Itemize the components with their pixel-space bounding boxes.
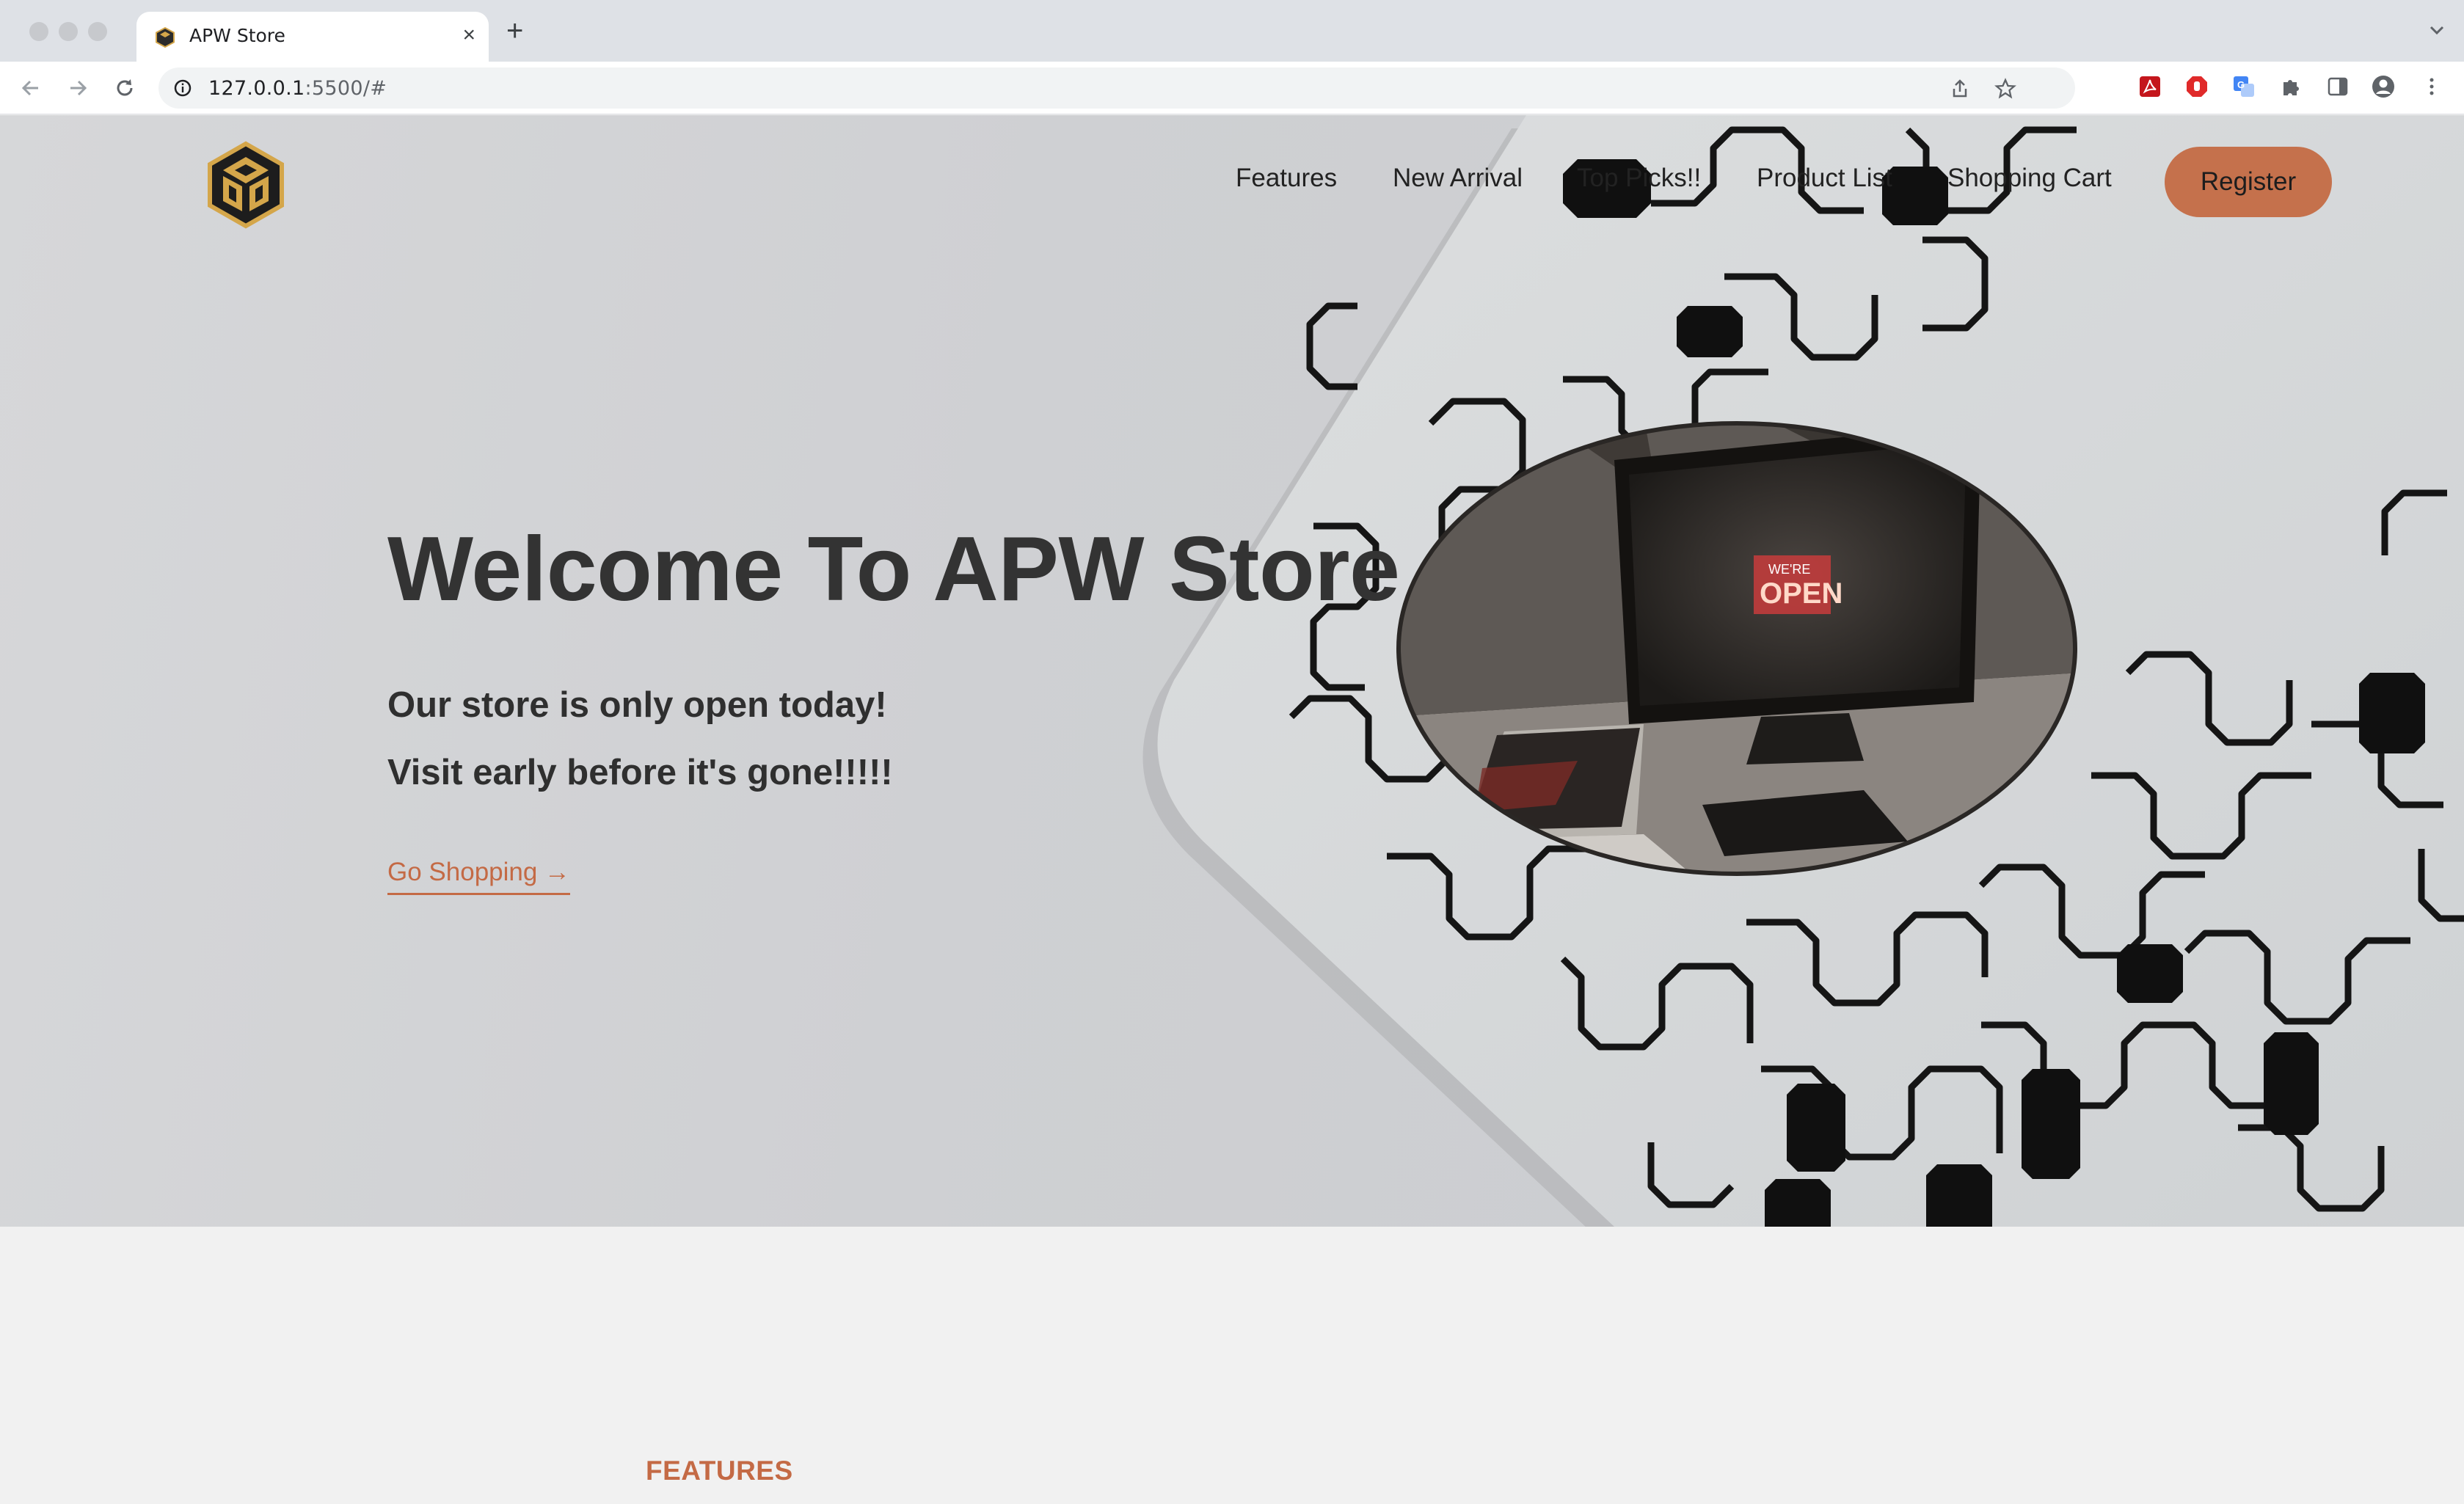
svg-text:G: G xyxy=(2237,79,2245,90)
share-icon[interactable] xyxy=(1949,78,1971,100)
nav-top-picks[interactable]: Top Picks!! xyxy=(1577,164,1701,193)
window-zoom-dot[interactable] xyxy=(88,22,107,41)
back-arrow-icon[interactable] xyxy=(18,75,44,101)
go-shopping-link[interactable]: Go Shopping → xyxy=(387,858,571,895)
hero-subtitle-line1: Our store is only open today! xyxy=(387,685,887,725)
hero-title: Welcome To APW Store xyxy=(387,519,1400,620)
open-sign-text: OPEN xyxy=(1760,577,1842,610)
tab-search-chevron-icon[interactable] xyxy=(2427,21,2446,40)
url-path: :5500/# xyxy=(305,77,387,100)
side-panel-icon[interactable] xyxy=(2326,75,2350,98)
bookmark-star-icon[interactable] xyxy=(1994,78,2016,100)
adblock-extension-icon[interactable] xyxy=(2185,75,2209,98)
nav-features[interactable]: Features xyxy=(1236,164,1337,193)
url-host: 127.0.0.1 xyxy=(208,77,305,100)
main-navigation: Features New Arrival Top Picks!! Product… xyxy=(0,159,2464,203)
window-minimize-dot[interactable] xyxy=(59,22,78,41)
browser-tab-strip: APW Store × + xyxy=(0,0,2464,62)
store-favicon-icon xyxy=(156,26,175,48)
features-section-label: FEATURES xyxy=(646,1456,793,1486)
open-sign-top: WE'RE xyxy=(1768,562,1810,577)
translate-extension-icon[interactable]: G xyxy=(2232,75,2256,98)
nav-new-arrival[interactable]: New Arrival xyxy=(1393,164,1523,193)
reload-icon[interactable] xyxy=(112,75,138,101)
tab-title: APW Store xyxy=(189,25,285,46)
hero-section: WE'RE OPEN Features New Arrival Top Pick… xyxy=(0,115,2464,1227)
hero-background-art: WE'RE OPEN xyxy=(1142,115,2464,1227)
hero-subtitle-line2: Visit early before it's gone!!!!! xyxy=(387,753,893,792)
tab-close-icon[interactable]: × xyxy=(462,23,475,47)
extensions-puzzle-icon[interactable] xyxy=(2279,75,2303,98)
new-tab-icon[interactable]: + xyxy=(506,16,523,45)
nav-product-list[interactable]: Product List xyxy=(1757,164,1892,193)
url-text[interactable]: 127.0.0.1:5500/# xyxy=(208,77,387,100)
pdf-extension-icon[interactable] xyxy=(2138,75,2162,98)
browser-tab[interactable]: APW Store × xyxy=(136,12,489,62)
window-close-dot[interactable] xyxy=(29,22,48,41)
forward-arrow-icon[interactable] xyxy=(65,75,91,101)
address-bar[interactable]: 127.0.0.1:5500/# xyxy=(158,67,2075,109)
browser-toolbar: 127.0.0.1:5500/# xyxy=(0,62,2464,114)
profile-avatar-icon[interactable] xyxy=(2372,75,2395,98)
nav-shopping-cart[interactable]: Shopping Cart xyxy=(1947,164,2112,193)
site-info-icon[interactable] xyxy=(173,79,192,98)
register-button[interactable]: Register xyxy=(2165,147,2332,217)
browser-menu-icon[interactable] xyxy=(2420,75,2443,98)
